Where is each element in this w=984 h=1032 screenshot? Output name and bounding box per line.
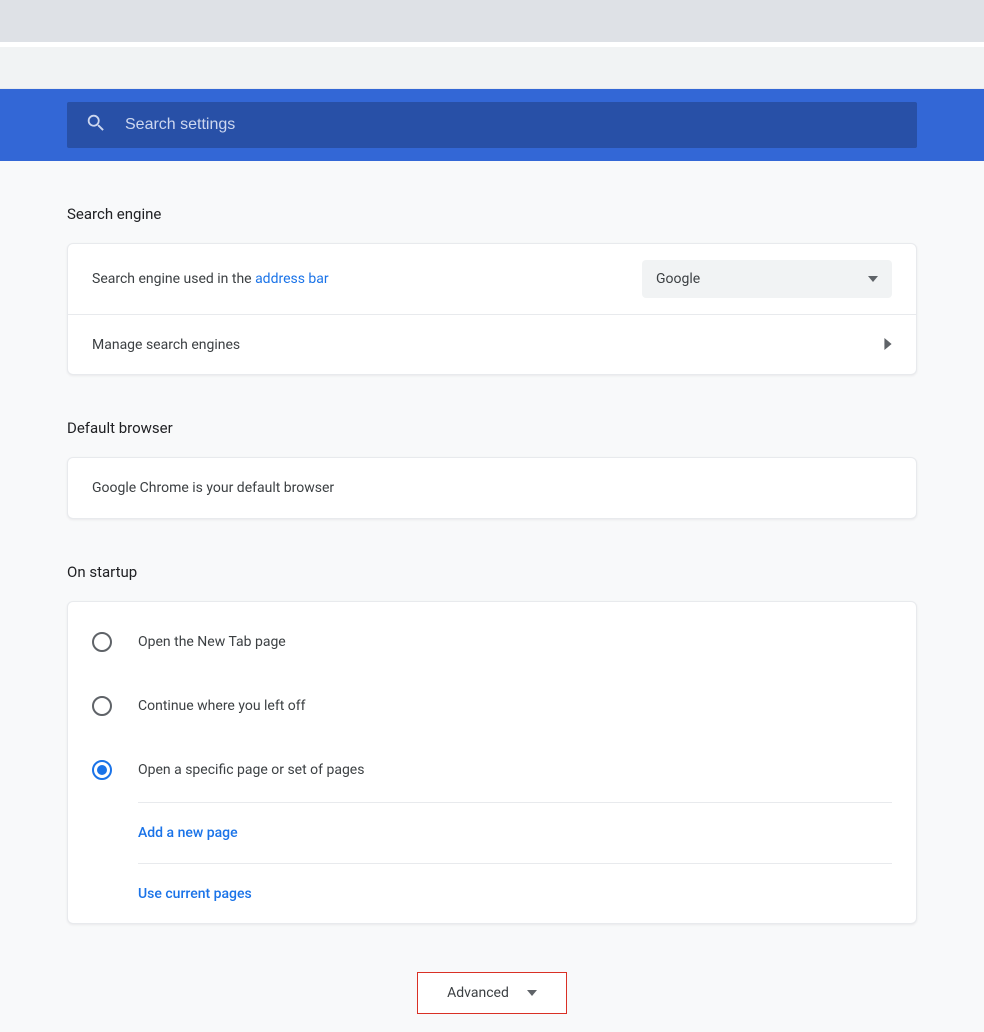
startup-option-label: Open the New Tab page xyxy=(138,634,286,650)
window-tab-strip xyxy=(0,0,984,42)
startup-option-continue[interactable]: Continue where you left off xyxy=(92,674,892,738)
default-browser-row: Google Chrome is your default browser xyxy=(68,458,916,518)
manage-search-engines-label: Manage search engines xyxy=(92,337,240,353)
add-new-page-link[interactable]: Add a new page xyxy=(138,803,892,863)
search-engine-card: Search engine used in the address bar Go… xyxy=(67,243,917,375)
radio-icon xyxy=(92,696,112,716)
startup-option-new-tab[interactable]: Open the New Tab page xyxy=(92,610,892,674)
settings-content: Search engine Search engine used in the … xyxy=(67,205,917,1014)
startup-option-specific-pages[interactable]: Open a specific page or set of pages xyxy=(92,738,892,802)
search-icon xyxy=(85,112,107,138)
radio-icon xyxy=(92,632,112,652)
startup-sublinks: Add a new page Use current pages xyxy=(138,802,892,923)
search-engine-label-prefix: Search engine used in the xyxy=(92,271,255,287)
section-title-default-browser: Default browser xyxy=(67,419,917,437)
manage-search-engines-row[interactable]: Manage search engines xyxy=(68,314,916,374)
section-title-on-startup: On startup xyxy=(67,563,917,581)
search-settings-box[interactable] xyxy=(67,102,917,148)
search-settings-input[interactable] xyxy=(125,116,899,134)
search-engine-label: Search engine used in the address bar xyxy=(92,271,329,287)
radio-icon-selected xyxy=(92,760,112,780)
startup-option-label: Open a specific page or set of pages xyxy=(138,762,364,778)
address-bar-link[interactable]: address bar xyxy=(255,271,329,287)
advanced-wrap: Advanced xyxy=(67,972,917,1014)
chevron-down-icon xyxy=(527,990,537,996)
search-engine-selected-value: Google xyxy=(656,271,700,287)
startup-option-label: Continue where you left off xyxy=(138,698,306,714)
advanced-label: Advanced xyxy=(447,985,509,1001)
on-startup-card: Open the New Tab page Continue where you… xyxy=(67,601,917,924)
advanced-toggle[interactable]: Advanced xyxy=(417,972,567,1014)
section-title-search-engine: Search engine xyxy=(67,205,917,223)
use-current-pages-link[interactable]: Use current pages xyxy=(138,863,892,923)
settings-header xyxy=(0,89,984,161)
default-browser-card: Google Chrome is your default browser xyxy=(67,457,917,519)
browser-toolbar xyxy=(0,47,984,89)
dropdown-icon xyxy=(868,276,878,282)
chevron-right-icon xyxy=(884,335,892,354)
use-current-pages-label: Use current pages xyxy=(138,886,252,902)
search-engine-select[interactable]: Google xyxy=(642,260,892,298)
default-browser-status: Google Chrome is your default browser xyxy=(92,480,334,496)
add-new-page-label: Add a new page xyxy=(138,825,238,841)
search-engine-row: Search engine used in the address bar Go… xyxy=(68,244,916,314)
